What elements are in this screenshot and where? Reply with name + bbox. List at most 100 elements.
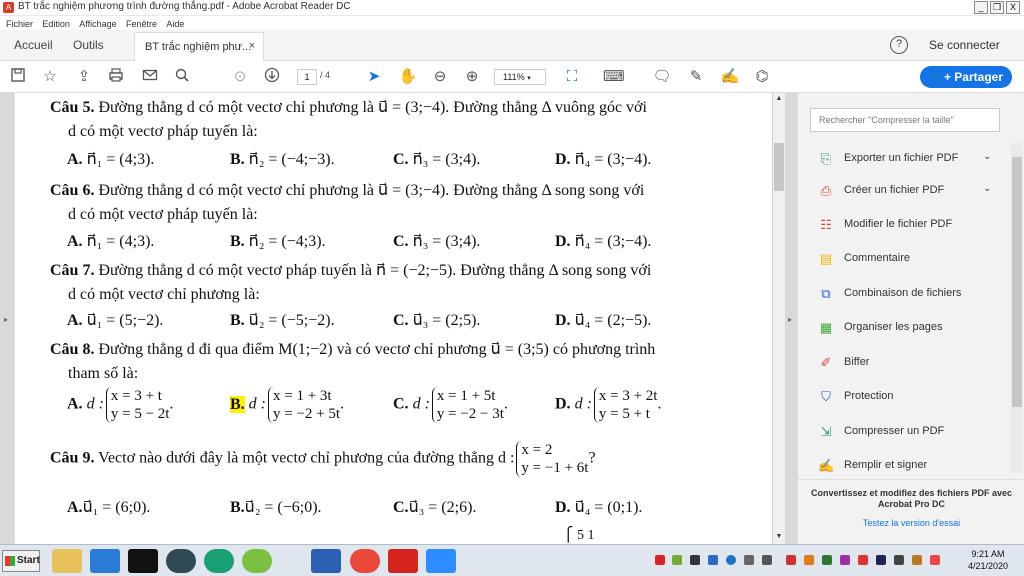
menu-fichier[interactable]: Fichier: [6, 17, 33, 31]
tools-pane-scrollbar[interactable]: [1011, 143, 1023, 473]
menu-affichage[interactable]: Affichage: [79, 17, 116, 31]
close-window-button[interactable]: X: [1006, 1, 1020, 14]
q7-option-b[interactable]: B. u⃗₂ = (−5;−2).: [230, 310, 335, 330]
tool-create-pdf[interactable]: ⎙ Créer un fichier PDF ⌄: [818, 181, 1008, 201]
zoom-in-icon[interactable]: ⊕: [462, 67, 482, 87]
q5-option-c[interactable]: C. n⃗₃ = (3;4).: [393, 149, 480, 169]
word-icon[interactable]: [311, 549, 341, 573]
previous-page-icon[interactable]: ⊙: [230, 67, 250, 87]
sign-icon[interactable]: ✍: [720, 67, 740, 87]
chrome-icon[interactable]: [350, 549, 380, 573]
save-icon[interactable]: [8, 67, 28, 87]
tool-organize-pages[interactable]: ▦ Organiser les pages: [818, 318, 1008, 338]
q5-option-b[interactable]: B. n⃗₂ = (−4;−3).: [230, 149, 335, 169]
tray-app3-icon[interactable]: [822, 555, 832, 565]
tool-protect[interactable]: ⛉ Protection: [818, 387, 1008, 407]
chevron-down-icon[interactable]: ⌄: [983, 151, 991, 162]
game-app-icon[interactable]: [128, 549, 158, 573]
document-viewport[interactable]: ▸ Câu 5. Đường thẳng d có một vectơ chỉ …: [0, 93, 797, 544]
close-tab-icon[interactable]: ×: [249, 40, 255, 52]
q6-option-a[interactable]: A. n⃗₁ = (4;3).: [67, 231, 154, 251]
print-icon[interactable]: [106, 67, 126, 87]
tray-app2-icon[interactable]: [804, 555, 814, 565]
scroll-down-icon[interactable]: ▼: [774, 532, 784, 542]
q7-option-c[interactable]: C. u⃗₃ = (2;5).: [393, 310, 480, 330]
collapse-left-pane-icon[interactable]: ▸: [4, 315, 8, 324]
tool-redact[interactable]: ✐ Biffer: [818, 353, 1008, 373]
q9-option-d[interactable]: D. u⃗₄ = (0;1).: [555, 497, 642, 517]
system-clock[interactable]: 9:21 AM 4/21/2020: [958, 548, 1018, 572]
coccoc-browser-icon[interactable]: [242, 549, 272, 573]
email-icon[interactable]: [140, 67, 160, 87]
chevron-down-icon[interactable]: ⌄: [983, 183, 991, 194]
internet-explorer-icon[interactable]: [90, 549, 120, 573]
help-icon[interactable]: ?: [890, 36, 908, 54]
tab-tools[interactable]: Outils: [73, 38, 104, 52]
tray-tool-icon[interactable]: [690, 555, 700, 565]
highlight-pen-icon[interactable]: ✎: [686, 67, 706, 87]
tray-bluetooth-icon[interactable]: [726, 555, 736, 565]
q5-option-a[interactable]: A. n⃗₁ = (4;3).: [67, 149, 154, 169]
next-page-icon[interactable]: [262, 67, 282, 87]
file-explorer-icon[interactable]: [52, 549, 82, 573]
tools-pane-scroll-thumb[interactable]: [1012, 157, 1022, 407]
q7-option-a[interactable]: A. u⃗₁ = (5;−2).: [67, 310, 163, 330]
acrobat-taskbar-icon[interactable]: [388, 549, 418, 573]
page-number-input[interactable]: 1: [297, 69, 317, 85]
volume-icon[interactable]: [744, 555, 754, 565]
document-scrollbar[interactable]: ▲ ▼: [772, 93, 785, 544]
q9-option-c[interactable]: C.u⃗₃ = (2;6).: [393, 497, 476, 517]
zoom-meeting-icon[interactable]: [426, 549, 456, 573]
menu-edition[interactable]: Edition: [42, 17, 70, 31]
minimize-button[interactable]: _: [974, 1, 988, 14]
q7-option-d[interactable]: D. u⃗₄ = (2;−5).: [555, 310, 651, 330]
tray-app5-icon[interactable]: [858, 555, 868, 565]
q8-option-c[interactable]: C. d :x = 1 + 5t y = −2 − 3t.: [393, 387, 508, 423]
tray-keyboard-icon[interactable]: [930, 555, 940, 565]
tab-home[interactable]: Accueil: [14, 38, 53, 52]
share-button[interactable]: 👤+ Partager: [920, 66, 1012, 88]
fit-page-icon[interactable]: ⛶: [562, 67, 582, 87]
tray-app-icon[interactable]: [655, 555, 665, 565]
tool-combine-files[interactable]: ⧉ Combinaison de fichiers: [818, 284, 1008, 304]
tool-compress-pdf[interactable]: ⇲ Compresser un PDF: [818, 422, 1008, 442]
zoom-level-select[interactable]: 111% ▾: [494, 69, 546, 85]
tool-export-pdf[interactable]: ⎘ Exporter un fichier PDF ⌄: [818, 149, 1008, 169]
search-zoom-icon[interactable]: [172, 67, 192, 87]
scroll-up-icon[interactable]: ▲: [774, 94, 784, 104]
stamp-tag-icon[interactable]: ⌬: [752, 67, 772, 87]
comment-icon[interactable]: 🗨: [652, 67, 672, 87]
nox-player-icon[interactable]: [166, 549, 196, 573]
upload-cloud-icon[interactable]: ⇪: [74, 67, 94, 87]
tray-check-icon[interactable]: [672, 555, 682, 565]
q9-option-b[interactable]: B.u⃗₂ = (−6;0).: [230, 497, 322, 517]
trial-link[interactable]: Testez la version d'essai: [808, 518, 1015, 528]
q6-option-b[interactable]: B. n⃗₂ = (−4;3).: [230, 231, 326, 251]
q8-option-d[interactable]: D. d :x = 3 + 2t y = 5 + t.: [555, 387, 661, 423]
start-button[interactable]: Start: [2, 550, 40, 572]
tab-document[interactable]: BT trắc nghiệm phư... ×: [134, 32, 264, 61]
document-scroll-thumb[interactable]: [774, 143, 784, 191]
select-cursor-icon[interactable]: ➤: [364, 67, 384, 87]
tray-app4-icon[interactable]: [840, 555, 850, 565]
tray-app7-icon[interactable]: [894, 555, 904, 565]
maximize-button[interactable]: ❐: [990, 1, 1004, 14]
network-icon[interactable]: [762, 555, 772, 565]
q8-option-b[interactable]: B. d :x = 1 + 3t y = −2 + 5t.: [230, 387, 344, 423]
tools-search-input[interactable]: Rechercher "Compresser la taille": [810, 108, 1000, 132]
q9-option-a[interactable]: A.u⃗₁ = (6;0).: [67, 497, 150, 517]
sign-in-link[interactable]: Se connecter: [929, 38, 1000, 52]
menu-aide[interactable]: Aide: [166, 17, 184, 31]
tray-sync-icon[interactable]: [708, 555, 718, 565]
tray-app6-icon[interactable]: [876, 555, 886, 565]
q5-option-d[interactable]: D. n⃗₄ = (3;−4).: [555, 149, 651, 169]
tool-fill-sign[interactable]: ✍ Remplir et signer: [818, 456, 1008, 476]
tool-comment[interactable]: ▤ Commentaire: [818, 249, 1008, 269]
edge-icon[interactable]: [204, 549, 234, 573]
menu-fenetre[interactable]: Fenêtre: [126, 17, 157, 31]
keyboard-scroll-icon[interactable]: ⌨: [603, 67, 625, 87]
bookmark-star-icon[interactable]: ☆: [40, 67, 60, 87]
tray-security-icon[interactable]: [786, 555, 796, 565]
tool-edit-pdf[interactable]: ☷ Modifier le fichier PDF: [818, 215, 1008, 235]
q6-option-c[interactable]: C. n⃗₃ = (3;4).: [393, 231, 480, 251]
